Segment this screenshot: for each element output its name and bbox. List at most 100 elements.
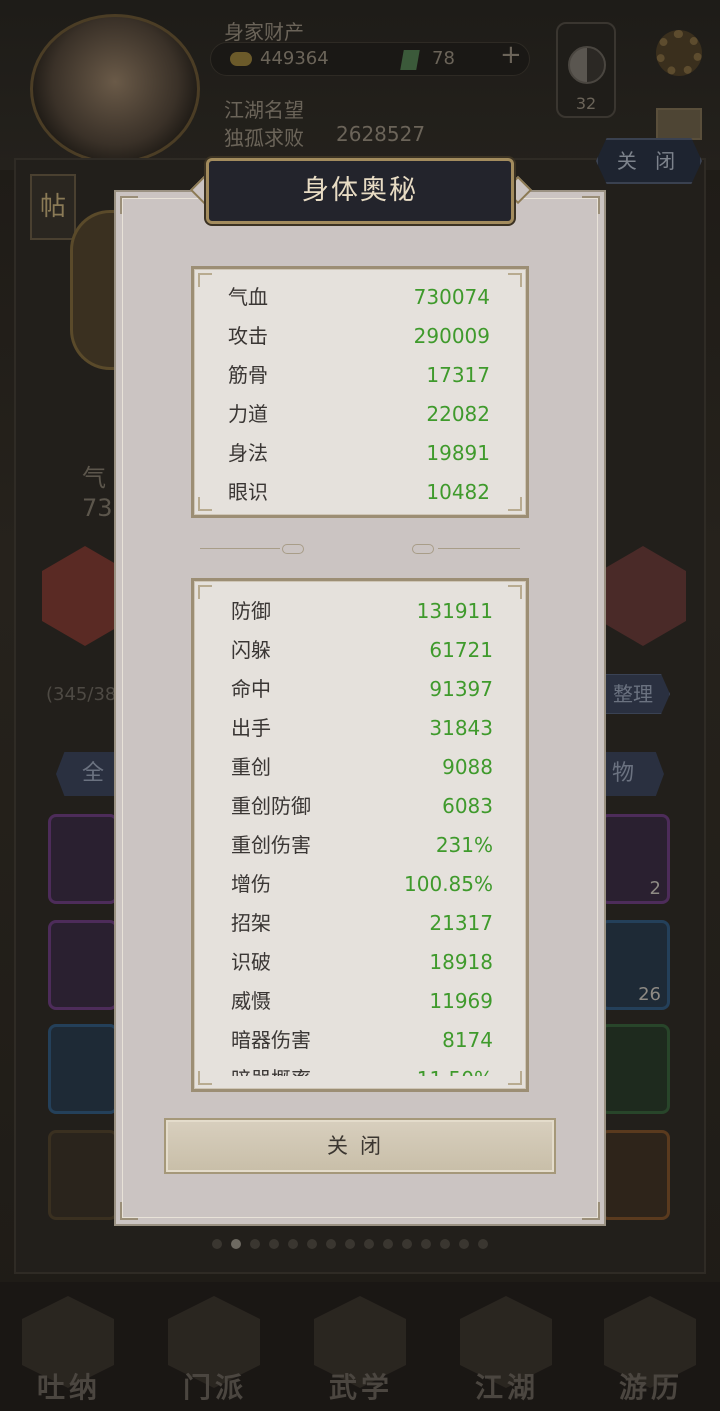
wealth-label: 身家财产 — [224, 20, 304, 44]
inventory-slot[interactable] — [600, 1130, 670, 1220]
nav-label: 武学 — [328, 1371, 393, 1404]
stat-name: 重创伤害 — [231, 833, 311, 857]
nav-menpai[interactable]: 门派 — [160, 1290, 270, 1406]
nav-label: 江湖 — [474, 1371, 539, 1404]
jade-value: 78 — [432, 48, 455, 69]
stat-name: 命中 — [231, 677, 271, 701]
player-avatar[interactable] — [30, 14, 200, 164]
stat-value: 290009 — [413, 324, 490, 348]
stat-name: 筋骨 — [228, 363, 268, 387]
stat-row: 出手 31843 — [231, 713, 493, 743]
item-count: 26 — [638, 984, 661, 1005]
stat-row: 力道 22082 — [228, 399, 490, 429]
section-divider — [200, 544, 520, 554]
stat-name: 气血 — [228, 285, 268, 309]
stat-value: 100.85% — [404, 872, 493, 896]
wealth-bar — [210, 42, 530, 76]
advanced-stats-scroll[interactable]: 防御 131911 闪躲 61721 命中 91397 出手 31843 重创 9088 重创防御 6… — [197, 584, 527, 1076]
stat-value: 8174 — [442, 1028, 493, 1052]
stat-value: 61721 — [429, 638, 493, 662]
stat-row: 重创 9088 — [231, 752, 493, 782]
stat-name: 防御 — [231, 599, 271, 623]
stat-name: 重创 — [231, 755, 271, 779]
qi-value-behind: 73 — [82, 494, 113, 522]
inventory-slot[interactable] — [48, 920, 118, 1010]
stat-value: 231% — [435, 833, 493, 857]
inventory-slot[interactable] — [48, 1130, 118, 1220]
stat-value: 6083 — [442, 794, 493, 818]
stat-value: 11969 — [429, 989, 493, 1013]
close-button[interactable]: 关闭 — [164, 1118, 556, 1174]
stat-value: 9088 — [442, 755, 493, 779]
fame-value: 2628527 — [336, 122, 426, 146]
nav-wuxue[interactable]: 武学 — [306, 1290, 416, 1406]
stat-row: 增伤 100.85% — [231, 869, 493, 899]
settings-gear-icon[interactable] — [656, 30, 702, 76]
stat-value: 21317 — [429, 911, 493, 935]
stat-row: 重创防御 6083 — [231, 791, 493, 821]
stat-name: 暗器伤害 — [231, 1028, 311, 1052]
stat-name: 眼识 — [228, 480, 268, 504]
taiji-icon — [568, 46, 606, 84]
stat-name: 攻击 — [228, 324, 268, 348]
fame-title: 独孤求败 — [224, 126, 304, 150]
corner-ornament — [120, 1202, 138, 1220]
inventory-slot[interactable]: 2 — [600, 814, 670, 904]
stat-row: 攻击 290009 — [228, 321, 490, 351]
mail-icon[interactable] — [656, 108, 702, 140]
stat-name: 力道 — [228, 402, 268, 426]
stat-name: 出手 — [231, 716, 271, 740]
stat-name: 增伤 — [231, 872, 271, 896]
stat-row: 识破 18918 — [231, 947, 493, 977]
game-screen: 身家财产 449364 78 + 江湖名望 独孤求败 2628527 32 关 … — [0, 0, 720, 1411]
stat-row: 防御 131911 — [231, 596, 493, 626]
stat-value: 18918 — [429, 950, 493, 974]
inventory-slot[interactable] — [48, 814, 118, 904]
stat-name: 身法 — [228, 441, 268, 465]
stat-row: 气血 730074 — [228, 282, 490, 312]
inventory-slot[interactable]: 26 — [600, 920, 670, 1010]
panel-close-button[interactable]: 关 闭 — [596, 138, 702, 184]
stat-value: 31843 — [429, 716, 493, 740]
stat-row: 身法 19891 — [228, 438, 490, 468]
stat-name: 威慑 — [231, 989, 271, 1013]
stat-name: 重创防御 — [231, 794, 311, 818]
stat-name: 暗器概率 — [231, 1064, 311, 1076]
corner-ornament — [120, 196, 138, 214]
stat-name: 闪躲 — [231, 638, 271, 662]
taiji-count: 32 — [575, 94, 597, 113]
nav-jianghu[interactable]: 江湖 — [452, 1290, 562, 1406]
stat-row: 重创伤害 231% — [231, 830, 493, 860]
stat-row: 威慑 11969 — [231, 986, 493, 1016]
add-currency-button[interactable]: + — [500, 40, 522, 70]
bag-capacity: (345/38 — [46, 684, 117, 705]
nav-youli[interactable]: 游历 — [596, 1290, 706, 1406]
tab-items[interactable]: 物 — [596, 752, 664, 796]
nav-label: 游历 — [618, 1371, 683, 1404]
stat-row: 闪躲 61721 — [231, 635, 493, 665]
stat-row: 筋骨 17317 — [228, 360, 490, 390]
item-count: 2 — [649, 878, 661, 899]
advanced-stats-box[interactable]: 防御 131911 闪躲 61721 命中 91397 出手 31843 重创 9088 重创防御 6… — [191, 578, 529, 1092]
dialog-title-plate: 身体奥秘 — [206, 158, 514, 224]
inventory-slot[interactable] — [600, 1024, 670, 1114]
stat-name: 招架 — [231, 911, 271, 935]
inventory-slot[interactable] — [48, 1024, 118, 1114]
taiji-button[interactable]: 32 — [556, 22, 616, 118]
qi-label-behind: 气 — [82, 464, 106, 492]
stat-row: 眼识 10482 — [228, 477, 490, 507]
sort-button[interactable]: 整理 — [596, 674, 670, 714]
coin-value: 449364 — [260, 48, 329, 69]
stat-row: 暗器概率 11.50% — [231, 1064, 493, 1076]
stat-value: 91397 — [429, 677, 493, 701]
tie-tag-button[interactable]: 帖 — [30, 174, 76, 240]
stat-value: 22082 — [426, 402, 490, 426]
stat-value: 17317 — [426, 363, 490, 387]
stat-row: 命中 91397 — [231, 674, 493, 704]
stat-row: 暗器伤害 8174 — [231, 1025, 493, 1055]
corner-ornament — [582, 196, 600, 214]
stat-value: 19891 — [426, 441, 490, 465]
stat-value: 730074 — [413, 285, 490, 309]
nav-tuna[interactable]: 吐纳 — [14, 1290, 124, 1406]
stat-name: 识破 — [231, 950, 271, 974]
